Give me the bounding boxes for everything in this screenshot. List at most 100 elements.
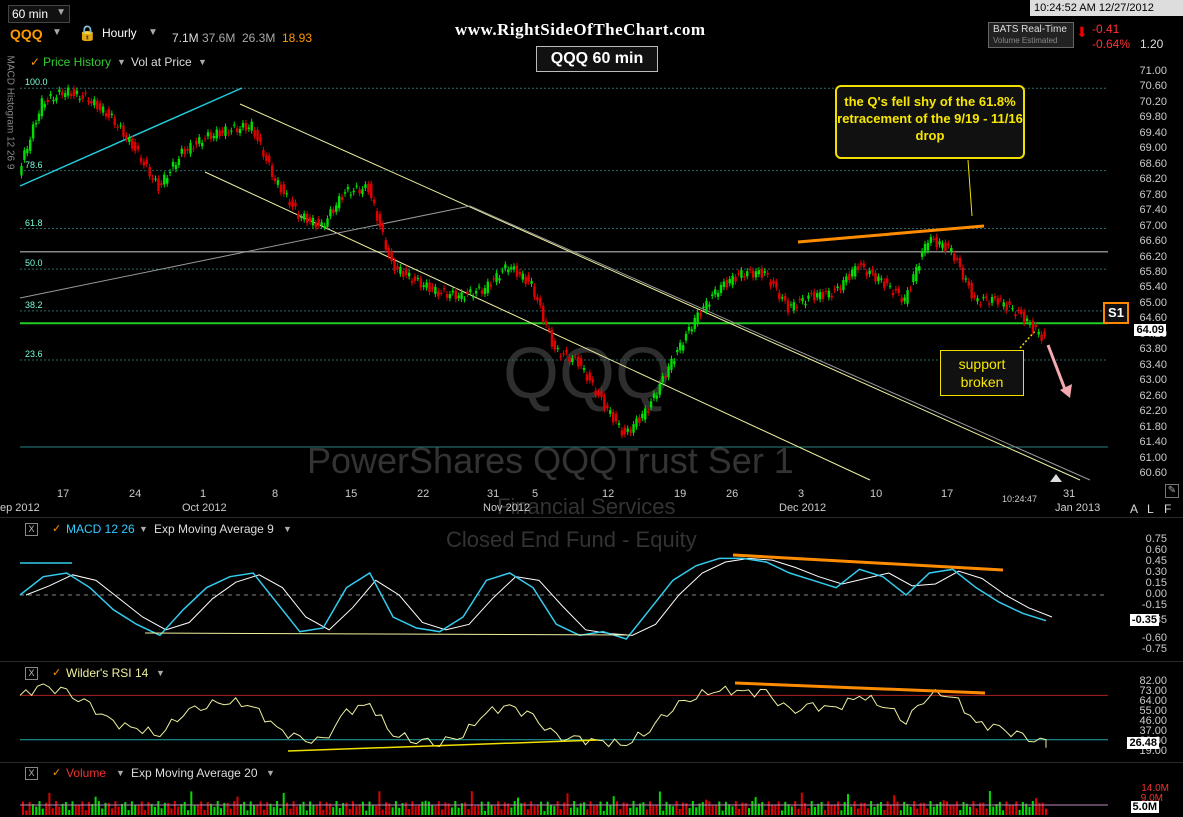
close-icon[interactable]: X [25, 523, 38, 536]
candle-body [518, 271, 522, 275]
candle-body [419, 278, 422, 288]
candle-body [652, 393, 656, 399]
candle-body [632, 424, 635, 433]
candle-body [918, 266, 921, 271]
candle-body [1034, 324, 1037, 328]
volume-bar [701, 802, 704, 815]
candle-body [457, 295, 460, 299]
up-arrow-icon: ✓ [52, 523, 62, 535]
candle-body [37, 113, 41, 121]
volume-bar [946, 801, 948, 815]
volume-label[interactable]: Volume [66, 766, 106, 780]
candle-body [617, 423, 621, 425]
volume-bar [781, 810, 783, 815]
volume-bar [645, 809, 648, 815]
candle-body [906, 290, 909, 304]
chevron-down-icon[interactable]: ▼ [139, 524, 148, 534]
volume-ema-label[interactable]: Exp Moving Average 20 [131, 766, 258, 780]
candle-body [402, 270, 405, 277]
volume-bar [487, 801, 490, 815]
chevron-down-icon[interactable]: ▼ [266, 768, 275, 778]
volume-bar [939, 801, 942, 815]
fib-label: 23.6 [25, 348, 43, 359]
chevron-down-icon[interactable]: ▼ [156, 668, 165, 678]
candle-body [815, 293, 819, 298]
candle-body [544, 321, 548, 326]
pencil-icon[interactable]: ✎ [1165, 484, 1179, 498]
candle-body [282, 184, 285, 195]
fib-label: 78.6 [25, 159, 43, 170]
volume-bar [536, 804, 539, 815]
close-icon[interactable]: X [25, 667, 38, 680]
volume-bar [678, 808, 681, 815]
volume-bar [127, 810, 130, 815]
candle-body [139, 157, 143, 162]
candle-body [609, 410, 612, 414]
scale-log-button[interactable]: L [1147, 502, 1154, 516]
volume-bar [454, 801, 457, 815]
candle-body [781, 297, 784, 299]
volume-bar [1031, 801, 1034, 815]
volume-bar [962, 801, 965, 815]
candle-body [98, 103, 102, 111]
candle-body [952, 253, 956, 261]
candle-body [460, 292, 463, 299]
panel-divider[interactable] [0, 762, 1183, 763]
candle-body [678, 342, 682, 351]
candle-body [944, 242, 947, 252]
candle-body [862, 263, 866, 267]
candle-body [827, 290, 831, 298]
panel-divider[interactable] [0, 517, 1183, 518]
candle-body [585, 374, 589, 381]
candle-body [716, 293, 720, 297]
candle-body [611, 412, 615, 423]
candle-body [699, 313, 702, 317]
scale-fit-button[interactable]: F [1164, 502, 1171, 516]
chevron-down-icon[interactable]: ▼ [116, 768, 125, 778]
volume-bar [787, 804, 790, 815]
price-tick: 68.20 [1139, 173, 1167, 186]
candle-body [842, 279, 845, 291]
candle-body [393, 260, 396, 272]
candle-body [664, 376, 667, 379]
volume-bar [421, 801, 424, 815]
volume-bar [708, 801, 711, 815]
candle-body [174, 165, 178, 170]
scale-auto-button[interactable]: A [1130, 502, 1138, 516]
volume-bar [292, 801, 295, 815]
candle-body [574, 356, 577, 358]
candle-body [55, 97, 58, 101]
macd-ema-label[interactable]: Exp Moving Average 9 [154, 522, 274, 536]
candle-body [821, 292, 825, 299]
rsi-plot [19, 681, 1108, 752]
panel-divider[interactable] [0, 661, 1183, 662]
candle-body [807, 295, 810, 299]
close-icon[interactable]: X [25, 767, 38, 780]
volume-bar [992, 806, 995, 815]
rsi-label[interactable]: Wilder's RSI 14 [66, 666, 148, 680]
volume-bar [134, 805, 137, 815]
candle-body [405, 268, 408, 276]
volume-bar [74, 805, 77, 815]
volume-bar [137, 805, 140, 815]
volume-bar [474, 806, 477, 815]
candle-body [157, 178, 160, 192]
volume-bar [394, 801, 397, 815]
s1-marker[interactable]: S1 [1103, 302, 1129, 324]
candle-body [101, 106, 105, 113]
volume-bar [767, 801, 770, 815]
candle-body [987, 303, 991, 305]
price-tick: 66.20 [1139, 250, 1167, 263]
candle-body [681, 345, 685, 351]
chevron-down-icon[interactable]: ▼ [283, 524, 292, 534]
candle-body [58, 89, 61, 93]
macd-label[interactable]: MACD 12 26 [66, 522, 135, 536]
x-tick: 17 [941, 488, 954, 500]
candle-body [542, 305, 545, 322]
candle-body [227, 132, 230, 134]
candle-body [265, 155, 268, 161]
volume-bar [437, 801, 440, 815]
price-tick: 62.60 [1139, 389, 1167, 402]
candle-body [711, 294, 714, 296]
candle-body [638, 417, 641, 423]
